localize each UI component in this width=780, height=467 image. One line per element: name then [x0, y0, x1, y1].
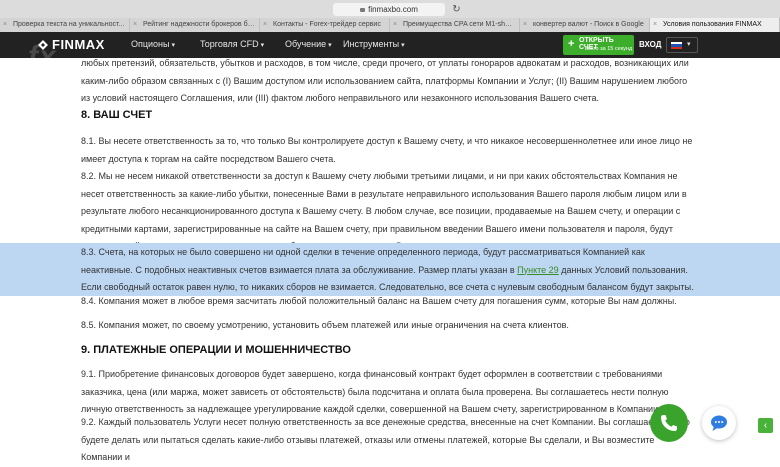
finmax-logo-icon[interactable] [36, 38, 50, 52]
browser-tab[interactable]: × Контакты - Forex-трейдер сервис [260, 18, 390, 32]
paragraph-intro: любых претензий, обязательств, убытков и… [81, 58, 689, 103]
paragraph-8-5: 8.5. Компания может, по своему усмотрени… [81, 320, 569, 330]
browser-chrome: finmaxbo.com ↻ × Проверка текста на уника… [0, 0, 780, 33]
browser-tab[interactable]: × Преимущества CPA сети M1-shop... [390, 18, 520, 32]
paragraph-8-1: 8.1. Вы несете ответственность за то, чт… [81, 136, 693, 164]
close-icon[interactable]: × [263, 18, 267, 32]
menu-tools[interactable]: Инструменты ▾ [343, 39, 405, 49]
side-panel-toggle[interactable]: ‹ [758, 418, 773, 433]
paragraph-8-4: 8.4. Компания может в любое время засчит… [81, 296, 677, 306]
section-9-heading: 9. ПЛАТЕЖНЫЕ ОПЕРАЦИИ И МОШЕННИЧЕСТВО [81, 344, 351, 356]
phone-icon [661, 415, 677, 431]
url-text: finmaxbo.com [368, 5, 418, 14]
chevron-down-icon: ▾ [687, 41, 691, 48]
address-bar[interactable]: finmaxbo.com [333, 3, 445, 16]
chevron-down-icon: ▾ [260, 42, 265, 49]
close-icon[interactable]: × [3, 18, 7, 32]
menu-cfd[interactable]: Торговля CFD ▾ [200, 39, 264, 49]
reload-icon[interactable]: ↻ [451, 4, 462, 15]
browser-tab[interactable]: × Рейтинг надежности брокеров би... [130, 18, 260, 32]
menu-options[interactable]: Опционы ▾ [131, 39, 175, 49]
browser-tab[interactable]: × конвертер валют - Поиск в Google [520, 18, 650, 32]
browser-tab[interactable]: × Проверка текста на уникальност... [0, 18, 130, 32]
chevron-left-icon: ‹ [763, 420, 768, 431]
link-point-29[interactable]: Пункте 29 [517, 265, 559, 275]
close-icon[interactable]: × [393, 18, 397, 32]
language-selector[interactable]: ▾ [666, 37, 698, 53]
lock-icon [360, 8, 366, 12]
open-account-sublabel: всего за 15 секунд [585, 46, 633, 52]
open-account-button[interactable]: + ОТКРЫТЬ СЧЕТ всего за 15 секунд [563, 35, 634, 55]
close-icon[interactable]: × [523, 18, 527, 32]
login-button[interactable]: ВХОД [639, 40, 661, 49]
chevron-down-icon: ▾ [401, 42, 405, 49]
chevron-down-icon: ▾ [171, 42, 176, 49]
logo-text[interactable]: FINMAX [52, 37, 105, 52]
call-button[interactable] [650, 404, 688, 442]
paragraph-9-1: 9.1. Приобретение финансовых договоров б… [81, 369, 669, 414]
russia-flag-icon [671, 42, 682, 49]
menu-education[interactable]: Обучение ▾ [285, 39, 332, 49]
paragraph-9-2: 9.2. Каждый пользователь Услуги несет по… [81, 417, 690, 462]
chat-button[interactable] [702, 406, 736, 440]
close-icon[interactable]: × [133, 18, 137, 32]
close-icon[interactable]: × [653, 18, 657, 32]
chevron-down-icon: ▾ [328, 42, 332, 49]
plus-icon: + [568, 38, 575, 50]
browser-tab-active[interactable]: × Условия пользования FINMAX [650, 18, 780, 32]
terms-content: любых претензий, обязательств, убытков и… [0, 58, 780, 462]
section-8-heading: 8. ВАШ СЧЕТ [81, 109, 153, 121]
chat-bubble-icon [711, 415, 727, 431]
tab-strip: × Проверка текста на уникальност... × Рейт… [0, 18, 780, 32]
paragraph-8-3: 8.3. Счета, на которых не было совершено… [81, 247, 694, 292]
